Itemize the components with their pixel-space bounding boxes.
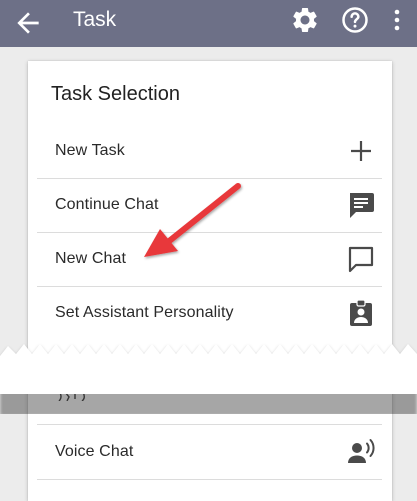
clipboard-account-icon [350, 299, 372, 326]
torn-edge-separator [0, 344, 417, 414]
task-item-label: Set Assistant Personality [55, 304, 234, 321]
task-item-label: Voice Chat [55, 443, 134, 460]
chat-filled-icon [350, 193, 374, 218]
task-item-new-chat[interactable]: New Chat [37, 232, 382, 287]
task-item-label: Continue Chat [55, 196, 159, 213]
voice-speaker-icon [348, 439, 375, 463]
chat-outline-icon [348, 246, 374, 273]
task-item-continue-chat[interactable]: Continue Chat [37, 178, 382, 233]
page-title: Task [73, 8, 117, 31]
plus-icon [351, 141, 371, 161]
gear-icon[interactable] [290, 5, 320, 35]
task-item-label: New Chat [55, 250, 127, 267]
task-selection-card: Task Selection New Task Continue Chat Ne… [28, 61, 392, 501]
arrow-left-icon[interactable] [12, 7, 44, 39]
task-item-new-task[interactable]: New Task [37, 124, 382, 179]
more-vertical-icon[interactable] [385, 6, 409, 34]
card-title: Task Selection [51, 83, 180, 105]
app-bar: Task [0, 0, 417, 47]
task-item-set-assistant-personality[interactable]: Set Assistant Personality [37, 286, 382, 340]
task-item-voice-chat[interactable]: Voice Chat [37, 424, 382, 480]
help-circle-icon[interactable] [340, 5, 370, 35]
task-item-label: New Task [55, 142, 125, 159]
